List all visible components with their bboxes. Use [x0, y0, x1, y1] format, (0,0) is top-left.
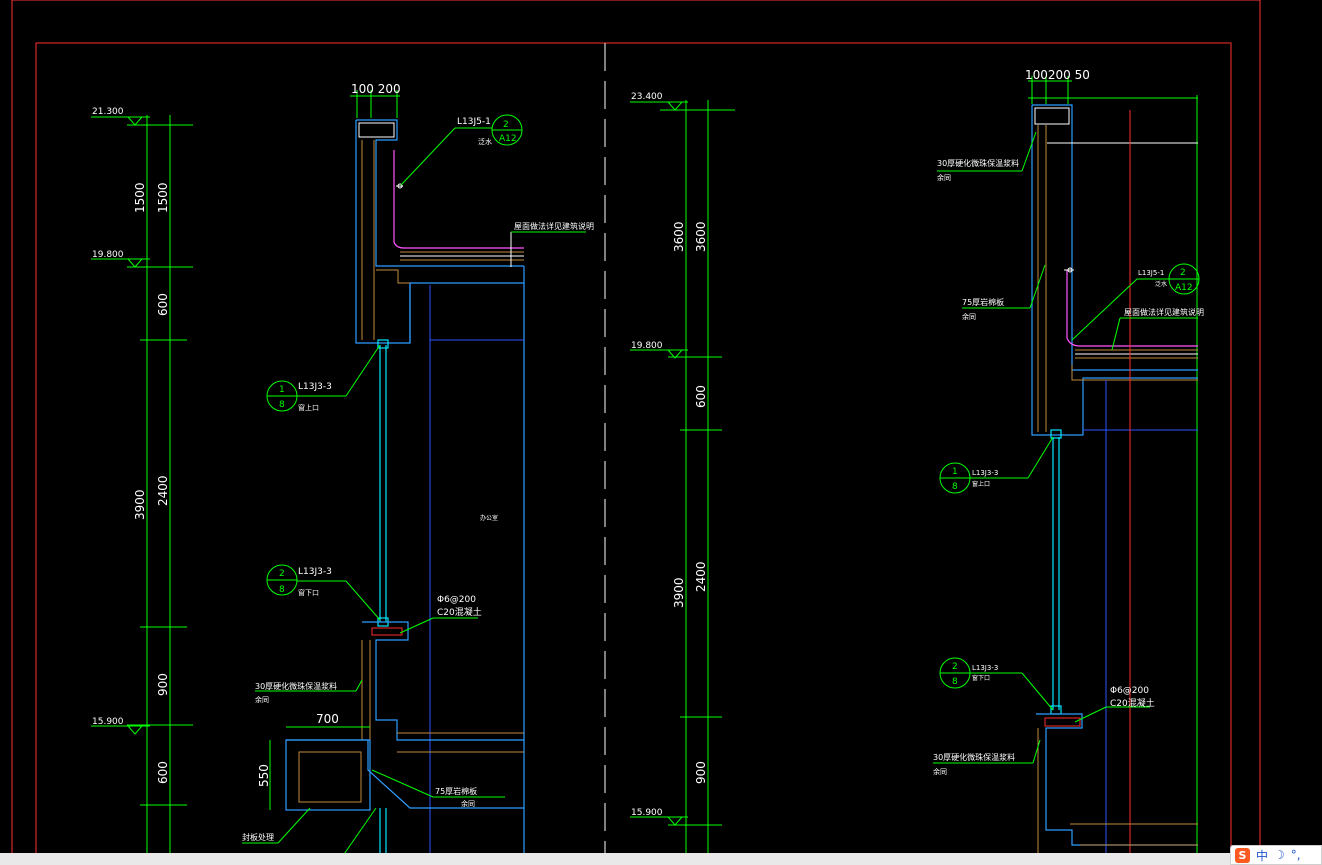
- callout1-num: 1: [279, 385, 285, 395]
- r-dim-inner-2400: 2400: [694, 561, 708, 592]
- left-top-dims: 100 200: [351, 82, 401, 96]
- callout-a12-ref: L13J5-1: [457, 117, 491, 127]
- callout2-note: 窗下口: [298, 588, 319, 597]
- r-callout1-num: 1: [952, 467, 958, 477]
- dim-inner-2400: 2400: [156, 475, 170, 506]
- right-section: 23.400 19.800 15.900 3600 3900 3600 600 …: [630, 68, 1204, 860]
- moon-icon[interactable]: ☽: [1274, 848, 1285, 862]
- r-insulation-top-note: 30厚硬化微珠保温浆料: [937, 158, 1019, 168]
- r-callout-a12-num: 2: [1180, 268, 1186, 278]
- r-dim-inner-3600: 3600: [694, 221, 708, 252]
- r-dim-inner-600: 600: [694, 385, 708, 408]
- r-dim-outer-3600: 3600: [672, 221, 686, 252]
- callout2-ref: L13J3-3: [298, 567, 332, 577]
- dim-outer-1500: 1500: [133, 182, 147, 213]
- left-insulation-sub: 余同: [255, 695, 269, 704]
- level-15900: 15.900: [92, 717, 124, 727]
- left-insulation-note: 30厚硬化微珠保温浆料: [255, 681, 337, 691]
- ime-language-toggle[interactable]: 中: [1256, 847, 1268, 864]
- dim-inner-900: 900: [156, 673, 170, 696]
- r-insulation-sub: 余同: [933, 767, 947, 776]
- punctuation-toggle[interactable]: °,: [1291, 848, 1301, 862]
- callout-a12-sheet: A12: [499, 134, 517, 144]
- r-dim-inner-900: 900: [694, 761, 708, 784]
- r-rockwool-note: 75厚岩棉板: [962, 297, 1004, 307]
- r-callout-a12-note: 泛水: [1155, 280, 1167, 288]
- left-rebar-note: Φ6@200: [437, 595, 476, 605]
- sheet-border: [11, 0, 1261, 861]
- left-sill-note: 封板处理: [242, 832, 274, 842]
- callout-a12-note: 泛水: [478, 137, 492, 146]
- taskbar: [0, 853, 1322, 865]
- r-callout1-ref: L13J3-3: [972, 469, 998, 477]
- r-callout2-sheet: 8: [952, 677, 958, 687]
- callout1-ref: L13J3-3: [298, 382, 332, 392]
- sogou-logo-icon[interactable]: S: [1235, 847, 1250, 863]
- r-level-23400: 23.400: [631, 92, 663, 102]
- callout-a12-num: 2: [503, 120, 509, 130]
- left-dimension-lines: [91, 115, 193, 860]
- level-21300: 21.300: [92, 107, 124, 117]
- r-callout1-sheet: 8: [952, 482, 958, 492]
- r-insulation-top-sub: 余同: [937, 173, 951, 182]
- r-callout-a12-sheet: A12: [1175, 283, 1193, 293]
- sheet-inner-frame: [35, 42, 1232, 864]
- callout2-sheet: 8: [279, 585, 285, 595]
- r-rebar-note: Φ6@200: [1110, 686, 1149, 696]
- callout1-sheet: 8: [279, 400, 285, 410]
- r-roof-note: 屋面做法详见建筑说明: [1124, 307, 1204, 317]
- r-callout2-ref: L13J3-3: [972, 664, 998, 672]
- cad-drawing-canvas[interactable]: 21.300 19.800 15.900 1500 3900 1500 600 …: [0, 0, 1322, 865]
- left-concrete-note: C20混凝土: [437, 606, 482, 618]
- room-label: 办公室: [480, 514, 498, 522]
- left-rockwool-note: 75厚岩棉板: [435, 786, 477, 796]
- ime-toolbar[interactable]: S 中 ☽ °,: [1230, 845, 1322, 865]
- dim-inner-1500: 1500: [156, 182, 170, 213]
- left-section: 21.300 19.800 15.900 1500 3900 1500 600 …: [91, 82, 594, 861]
- left-parapet: [355, 119, 524, 344]
- r-level-15900: 15.900: [631, 808, 663, 818]
- dim-700: 700: [316, 712, 339, 726]
- r-concrete-note: C20混凝土: [1110, 697, 1155, 709]
- r-insulation-note: 30厚硬化微珠保温浆料: [933, 752, 1015, 762]
- r-rockwool-sub: 余同: [962, 312, 976, 321]
- r-callout2-note: 窗下口: [972, 674, 990, 682]
- r-level-19800: 19.800: [631, 341, 663, 351]
- dim-inner-600b: 600: [156, 761, 170, 784]
- r-callout-a12-ref: L13J5-1: [1138, 269, 1164, 277]
- right-parapet: [1031, 104, 1198, 436]
- r-dim-outer-3900: 3900: [672, 577, 686, 608]
- left-roof-note: 屋面做法详见建筑说明: [514, 221, 594, 231]
- right-dimension-lines: [630, 100, 735, 860]
- level-19800: 19.800: [92, 250, 124, 260]
- dim-550: 550: [257, 764, 271, 787]
- r-callout2-num: 2: [952, 662, 958, 672]
- left-rockwool-sub: 余同: [461, 799, 475, 808]
- callout2-num: 2: [279, 569, 285, 579]
- dim-outer-3900: 3900: [133, 489, 147, 520]
- r-callout1-note: 窗上口: [972, 480, 990, 488]
- r-top-dims: 100200 50: [1025, 68, 1090, 82]
- dim-inner-600: 600: [156, 293, 170, 316]
- left-waterproof-layer: [393, 150, 524, 249]
- callout1-note: 窗上口: [298, 403, 319, 412]
